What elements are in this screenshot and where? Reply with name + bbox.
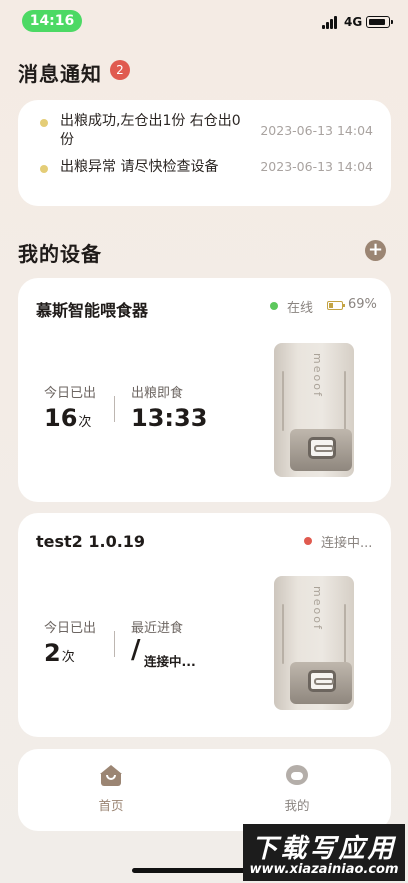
notice-item[interactable]: 出粮异常 请尽快检查设备 2023-06-13 14:04: [40, 158, 373, 188]
bottom-nav: 首页 我的: [18, 749, 391, 831]
stat-value: 2次: [44, 639, 75, 667]
profile-icon: [286, 765, 308, 787]
notice-text: 出粮异常 请尽快检查设备: [60, 159, 219, 175]
stat-sub-value: 连接中...: [144, 654, 196, 669]
stat-label: 出粮即食: [131, 386, 184, 401]
stat-divider: [114, 631, 115, 657]
notice-dot-icon: [40, 165, 48, 173]
online-status-icon: [270, 302, 278, 310]
status-bar: 14:16 4G: [0, 0, 408, 44]
nav-home-label: 首页: [98, 798, 124, 813]
battery-percent: 69%: [348, 297, 377, 312]
devices-title: 我的设备: [18, 242, 102, 266]
stat-value: 13:33: [131, 404, 208, 432]
stat-divider: [114, 396, 115, 422]
device-name: test2 1.0.19: [36, 532, 146, 551]
home-icon: [100, 765, 122, 787]
add-device-button[interactable]: +: [365, 240, 386, 261]
device-status: 连接中...: [321, 536, 373, 551]
nav-mine-label: 我的: [284, 798, 310, 813]
notice-dot-icon: [40, 119, 48, 127]
device-card[interactable]: test2 1.0.19 连接中... 今日已出 2次 最近进食 / 连接中..…: [18, 513, 391, 737]
network-type: 4G: [344, 15, 363, 29]
feeder-image: meoof: [274, 343, 356, 479]
feeder-logo: meoof: [311, 586, 324, 631]
messages-title: 消息通知: [18, 62, 102, 86]
watermark-url: www.xiazainiao.com: [249, 862, 399, 877]
notice-time: 2023-06-13 14:04: [260, 123, 373, 138]
nav-mine[interactable]: 我的: [204, 749, 390, 831]
signal-icon: [322, 16, 340, 29]
stat-value: /: [131, 635, 141, 665]
nav-home[interactable]: 首页: [18, 749, 204, 831]
stat-value: 16次: [44, 404, 92, 432]
status-time: 14:16: [22, 10, 82, 32]
notice-time: 2023-06-13 14:04: [260, 159, 373, 174]
stat-label: 最近进食: [131, 621, 184, 636]
feeder-logo: meoof: [311, 353, 324, 398]
device-card[interactable]: 慕斯智能喂食器 在线 69% 今日已出 16次 出粮即食 13:33 meoof: [18, 278, 391, 502]
notice-item[interactable]: 出粮成功,左仓出1份 右仓出0份 2023-06-13 14:04: [40, 112, 373, 158]
device-name: 慕斯智能喂食器: [36, 301, 149, 320]
device-status: 在线: [287, 301, 314, 316]
battery-icon: [366, 16, 393, 28]
plus-icon: +: [367, 239, 384, 260]
stat-label: 今日已出: [44, 386, 97, 401]
notice-card[interactable]: 出粮成功,左仓出1份 右仓出0份 2023-06-13 14:04 出粮异常 请…: [18, 100, 391, 206]
battery-level-icon: [327, 301, 345, 310]
connecting-status-icon: [304, 537, 312, 545]
watermark: 下载写应用 www.xiazainiao.com: [243, 824, 405, 881]
message-count-badge: 2: [110, 60, 130, 80]
notice-text: 出粮成功,左仓出1份 右仓出0份: [60, 113, 241, 148]
stat-label: 今日已出: [44, 621, 97, 636]
watermark-title: 下载写应用: [251, 834, 397, 864]
feeder-image: meoof: [274, 576, 356, 712]
